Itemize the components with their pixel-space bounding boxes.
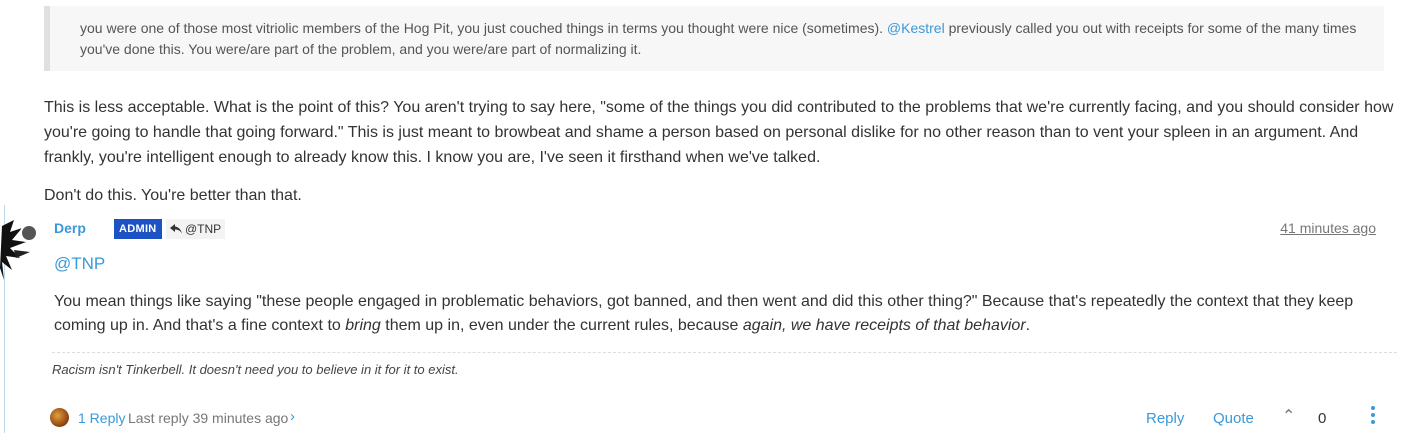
replier-avatar[interactable] bbox=[50, 408, 69, 427]
vote-count: 0 bbox=[1318, 410, 1327, 427]
admin-badge[interactable]: ADMIN bbox=[114, 219, 162, 239]
blockquote: you were one of those most vitriolic mem… bbox=[44, 6, 1384, 71]
replies-count-link[interactable]: 1 Reply bbox=[78, 410, 125, 426]
chevron-right-icon[interactable]: › bbox=[290, 408, 295, 425]
reply-to-label: @TNP bbox=[185, 222, 222, 236]
quote-text-start: you were one of those most vitriolic mem… bbox=[80, 20, 887, 36]
post-timestamp[interactable]: 41 minutes ago bbox=[1280, 220, 1376, 236]
mention-kestrel-link[interactable]: @Kestrel bbox=[887, 20, 945, 36]
username-link[interactable]: Derp bbox=[54, 220, 86, 236]
mention-tnp-link[interactable]: @TNP bbox=[54, 254, 105, 274]
post-body-emphasis-2: again, we have receipts of that behavior bbox=[742, 317, 1026, 334]
last-reply-info: Last reply 39 minutes ago bbox=[128, 410, 289, 426]
kebab-menu-icon[interactable] bbox=[1370, 406, 1376, 426]
paragraph-2: Don't do this. You're better than that. bbox=[44, 187, 302, 204]
post-body-text-2: them up in, even under the current rules… bbox=[380, 317, 743, 334]
post-body-text-3: . bbox=[1025, 317, 1031, 334]
reply-to-link[interactable]: @TNP bbox=[166, 219, 226, 239]
reply-button[interactable]: Reply bbox=[1146, 410, 1184, 427]
paragraph-1: This is less acceptable. What is the poi… bbox=[44, 99, 1394, 166]
upvote-icon[interactable]: ⌃ bbox=[1282, 406, 1295, 426]
quote-text: you were one of those most vitriolic mem… bbox=[80, 18, 1380, 60]
status-indicator bbox=[20, 224, 38, 242]
quote-button[interactable]: Quote bbox=[1213, 410, 1254, 427]
post-body: You mean things like saying "these peopl… bbox=[54, 290, 1399, 338]
user-signature: Racism isn't Tinkerbell. It doesn't need… bbox=[52, 352, 1397, 377]
post-body-emphasis-1: bring bbox=[345, 317, 381, 334]
post-footer: 1 Reply Last reply 39 minutes ago › Repl… bbox=[0, 405, 1402, 431]
reply-arrow-icon bbox=[170, 224, 182, 234]
